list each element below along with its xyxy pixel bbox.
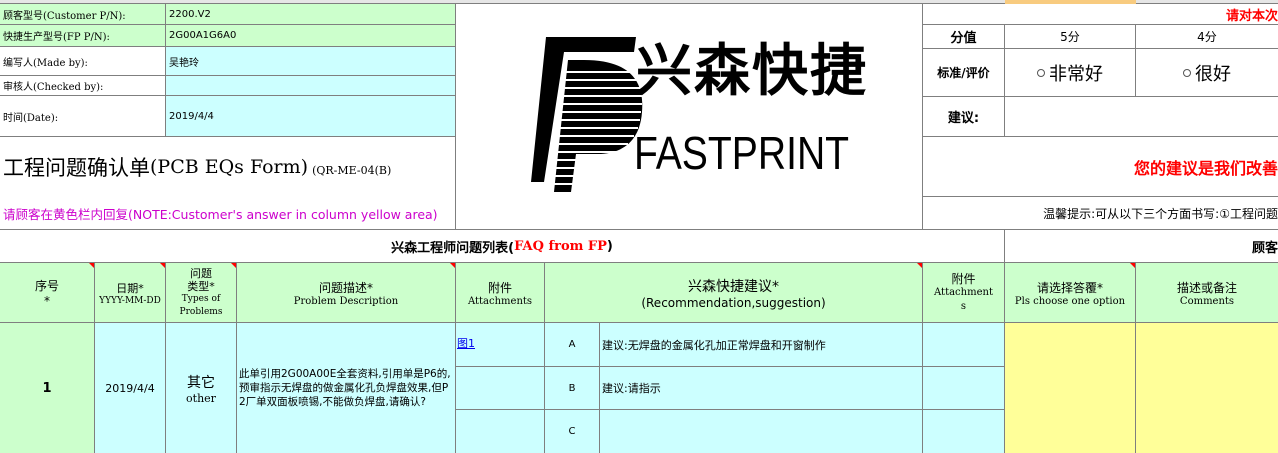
rating-option-good[interactable]: 很好 <box>1136 49 1278 97</box>
rating-top-text: 请对本次 <box>1225 8 1278 24</box>
row-attachment2-c[interactable] <box>923 410 1005 453</box>
header-desc: 问题描述* Problem Description <box>237 263 456 323</box>
header-type-2: 类型* <box>187 279 215 293</box>
rating-top-bar: 请对本次 <box>923 4 1278 25</box>
logo-area: 兴森快捷 FASTPRINT <box>456 4 923 230</box>
header-date-cn: 日期* <box>116 281 144 295</box>
row-attachment2-a[interactable] <box>923 323 1005 367</box>
header-comments: 描述或备注 Comments <box>1136 263 1278 323</box>
header-att2-en: Attachment <box>934 286 993 298</box>
header-attachments: 附件 Attachments <box>456 263 545 323</box>
attachment-link[interactable]: 图1 <box>457 335 475 351</box>
option-c-label: C <box>545 410 600 453</box>
improve-banner: 您的建议是我们改善 <box>923 137 1278 197</box>
row-attachment-a[interactable]: 图1 <box>456 323 545 367</box>
faq-title-faq: FAQ from FP <box>514 238 607 254</box>
header-type-4: Problems <box>179 306 223 317</box>
customer-pn-value[interactable]: 2200.V2 <box>166 4 456 25</box>
header-seq-cn: 序号 <box>34 279 59 293</box>
row-date[interactable]: 2019/4/4 <box>95 323 166 453</box>
improve-text: 您的建议是我们改善 <box>1133 158 1278 178</box>
customer-section-title: 顾客 <box>1005 230 1278 263</box>
row-attachment-c[interactable] <box>456 410 545 453</box>
header-type-1: 问题 <box>190 266 212 280</box>
header-comm-cn: 描述或备注 <box>1176 280 1237 295</box>
advice-input[interactable] <box>1005 97 1278 137</box>
header-att-cn: 附件 <box>487 280 512 295</box>
row-type-en: other <box>186 391 216 405</box>
fastprint-logo-mark <box>531 37 643 192</box>
customer-title: 顾客 <box>1251 240 1278 256</box>
header-att-en: Attachments <box>467 295 533 307</box>
header-desc-cn: 问题描述* <box>318 280 373 295</box>
header-att2-cn: 附件 <box>951 271 976 286</box>
date-label: 时间(Date): <box>0 96 166 137</box>
faq-section-title: 兴森工程师问题列表( FAQ from FP ) <box>0 230 1005 263</box>
header-choose-en: Pls choose one option <box>1014 295 1126 307</box>
advice-label: 建议: <box>923 97 1005 137</box>
customer-comments-input[interactable] <box>1136 323 1278 453</box>
logo-text-en: FASTPRINT <box>634 127 850 179</box>
radio-icon[interactable] <box>1037 68 1045 77</box>
date-value[interactable]: 2019/4/4 <box>166 96 456 137</box>
form-title-main: 工程问题确认单 <box>3 156 150 180</box>
customer-choice-input[interactable] <box>1005 323 1136 453</box>
option-a-label: A <box>545 323 600 367</box>
rating-option-very-good[interactable]: 非常好 <box>1005 49 1136 97</box>
header-date: 日期* YYYY-MM-DD <box>95 263 166 323</box>
header-attachments-2: 附件 Attachment s <box>923 263 1005 323</box>
suggestion-b: 建议:请指示 <box>600 367 923 410</box>
made-by-value[interactable]: 吴艳玲 <box>166 47 456 76</box>
suggestion-a: 建议:无焊盘的金属化孔加正常焊盘和开窗制作 <box>600 323 923 367</box>
checked-by-value[interactable] <box>166 76 456 96</box>
faq-title-end: ) <box>606 238 613 254</box>
header-choose: 请选择答覆* Pls choose one option <box>1005 263 1136 323</box>
header-seq-star: * <box>44 294 50 308</box>
fp-pn-label: 快捷生产型号(FP P/N): <box>0 25 166 47</box>
row-description[interactable]: 此单引用2G00A00E全套资料,引用单是P6的,预审指示无焊盘的做金属化孔负焊… <box>237 323 456 453</box>
checked-by-label: 审核人(Checked by): <box>0 76 166 96</box>
radio-icon[interactable] <box>1183 68 1191 77</box>
customer-pn-label: 顾客型号(Customer P/N): <box>0 4 166 25</box>
score-4: 4分 <box>1136 25 1278 49</box>
option-very-good-label: 非常好 <box>1049 63 1103 85</box>
header-type-3: Types of <box>181 293 221 304</box>
header-choose-cn: 请选择答覆* <box>1036 280 1103 295</box>
header-recommendation: 兴森快捷建议* (Recommendation,suggestion) <box>545 263 923 323</box>
logo-text-cn: 兴森快捷 <box>636 39 868 104</box>
form-title: 工程问题确认单 (PCB EQs Form) (QR-ME-04(B) <box>0 137 456 197</box>
header-date-format: YYYY-MM-DD <box>99 295 161 306</box>
row-attachment2-b[interactable] <box>923 367 1005 410</box>
header-desc-en: Problem Description <box>293 295 399 307</box>
header-type: 问题 类型* Types of Problems <box>166 263 237 323</box>
row-type[interactable]: 其它 other <box>166 323 237 453</box>
form-title-en: (PCB EQs Form) <box>150 156 309 178</box>
row-seq: 1 <box>0 323 95 453</box>
customer-notice: 请顾客在黄色栏内回复(NOTE:Customer's answer in col… <box>0 197 456 230</box>
suggestion-c <box>600 410 923 453</box>
standard-label: 标准/评价 <box>923 49 1005 97</box>
faq-title-cn: 兴森工程师问题列表( <box>391 240 515 256</box>
form-title-code: (QR-ME-04(B) <box>312 163 392 177</box>
header-rec-en: (Recommendation,suggestion) <box>641 295 826 310</box>
header-comm-en: Comments <box>1179 295 1235 307</box>
option-good-label: 很好 <box>1195 63 1231 85</box>
score-label: 分值 <box>923 25 1005 49</box>
header-att2-s: s <box>960 300 967 312</box>
row-type-cn: 其它 <box>187 374 215 391</box>
fp-pn-value[interactable]: 2G00A1G6A0 <box>166 25 456 47</box>
made-by-label: 编写人(Made by): <box>0 47 166 76</box>
score-5: 5分 <box>1005 25 1136 49</box>
header-seq: 序号 * <box>0 263 95 323</box>
row-attachment-b[interactable] <box>456 367 545 410</box>
tip-bar: 温馨提示:可从以下三个方面书写:①工程问题 <box>923 197 1278 230</box>
header-rec-cn: 兴森快捷建议* <box>688 278 779 295</box>
tip-text: 温馨提示:可从以下三个方面书写:①工程问题 <box>1043 206 1278 221</box>
option-b-label: B <box>545 367 600 410</box>
